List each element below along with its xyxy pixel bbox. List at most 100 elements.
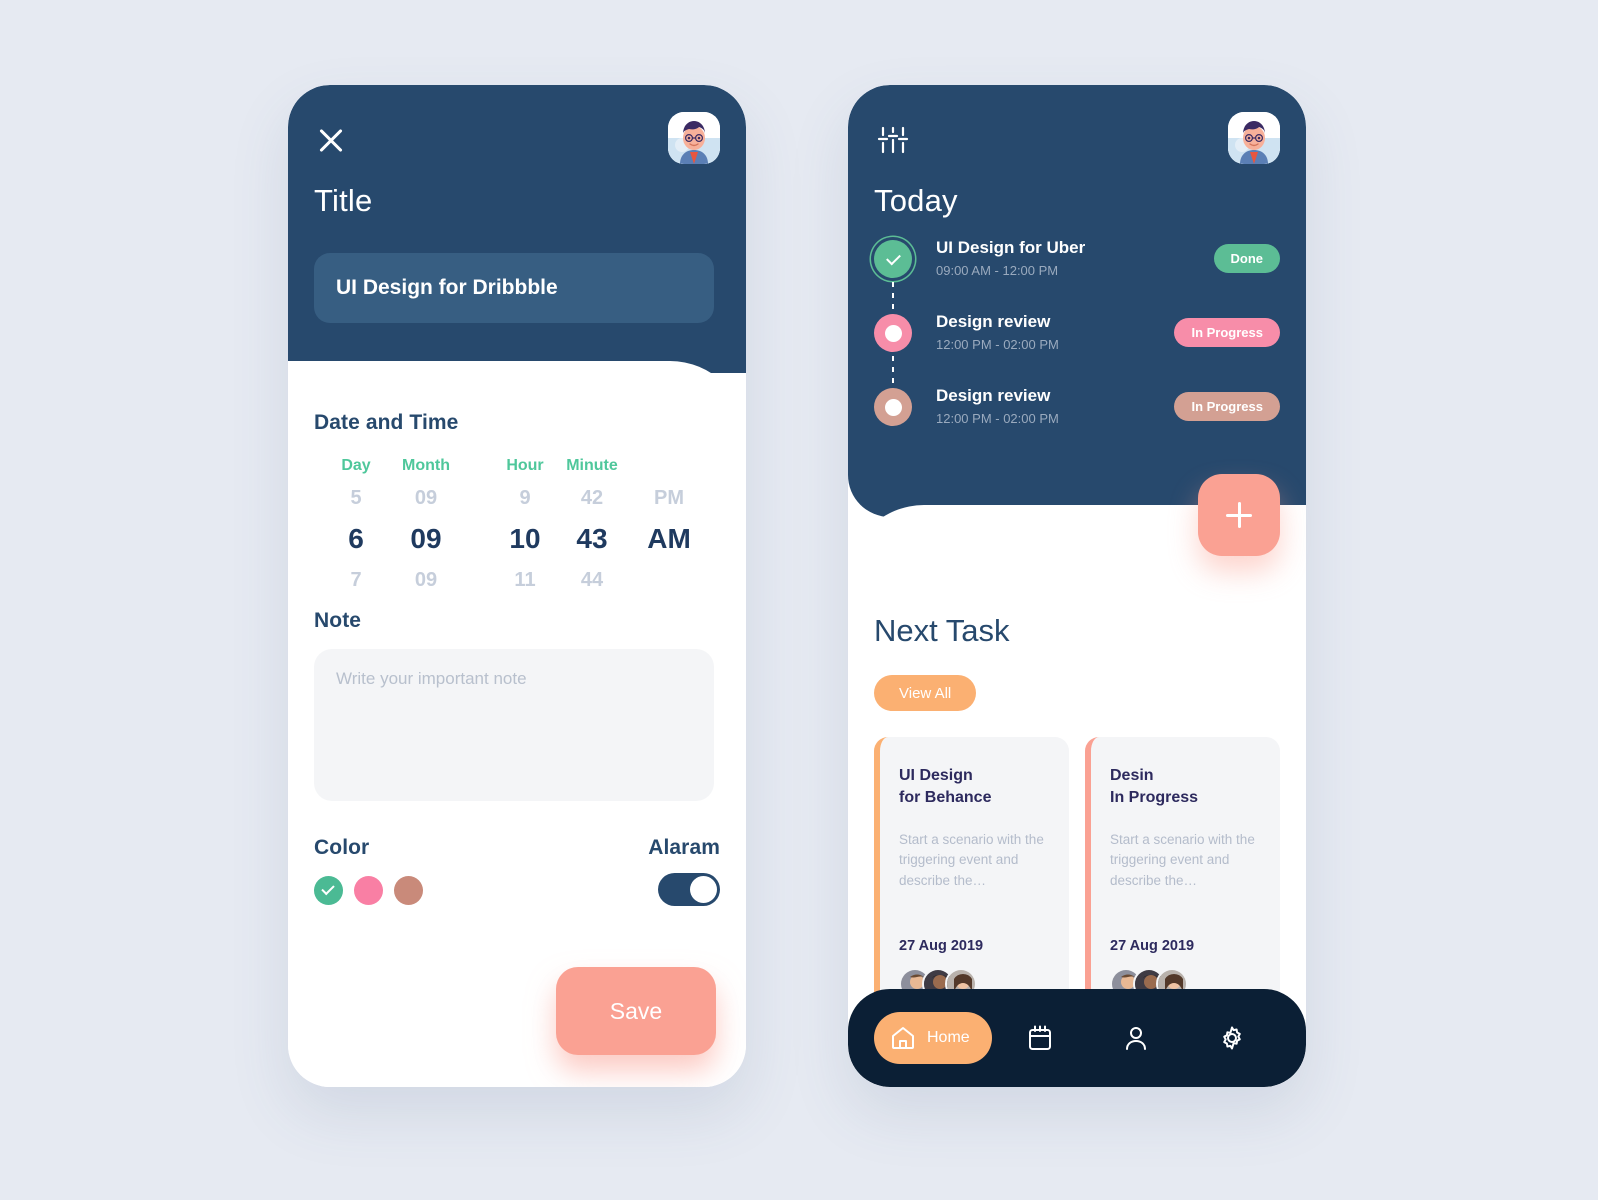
add-task-body: Date and Time Day 5 6 7 Month 09 09 09 H… bbox=[288, 361, 746, 1087]
alarm-section-label: Alaram bbox=[648, 836, 720, 859]
timeline-task-time: 09:00 AM - 12:00 PM bbox=[936, 263, 1059, 278]
today-screen: Today UI Design for Uber 09:00 AM - 12:0… bbox=[848, 85, 1306, 1087]
timeline-marker bbox=[874, 388, 918, 432]
note-section-label: Note bbox=[314, 609, 362, 632]
avatar[interactable] bbox=[1228, 112, 1280, 164]
task-card-description: Start a scenario with the triggering eve… bbox=[1110, 832, 1255, 888]
picker-header-day: Day bbox=[341, 457, 371, 474]
picker-value-day[interactable]: 6 bbox=[328, 517, 384, 561]
timeline-task-name: UI Design for Uber bbox=[936, 238, 1086, 257]
today-timeline: UI Design for Uber 09:00 AM - 12:00 PM D… bbox=[874, 238, 1280, 462]
picker-value-month[interactable]: 09 bbox=[384, 517, 468, 561]
screenshot-stage: Title UI Design for Dribbble Date and Ti… bbox=[0, 0, 1598, 1200]
view-all-button[interactable]: View All bbox=[874, 675, 977, 711]
color-swatch-green[interactable] bbox=[314, 876, 343, 905]
picker-column-hour[interactable]: Hour 9 10 11 bbox=[494, 453, 556, 599]
next-task-body: Next Task View All UI Design for Behance… bbox=[848, 505, 1306, 1087]
task-card[interactable]: UI Design for Behance Start a scenario w… bbox=[874, 737, 1069, 1022]
picker-column-day[interactable]: Day 5 6 7 bbox=[328, 453, 384, 599]
picker-next-meridiem[interactable] bbox=[628, 561, 710, 599]
timeline-task-time: 12:00 PM - 02:00 PM bbox=[936, 411, 1059, 426]
date-time-picker[interactable]: Day 5 6 7 Month 09 09 09 Hour 9 10 11 Mi… bbox=[328, 453, 718, 599]
task-card-date: 27 Aug 2019 bbox=[1110, 938, 1195, 954]
title-input[interactable]: UI Design for Dribbble bbox=[314, 253, 714, 323]
status-badge[interactable]: Done bbox=[1213, 244, 1280, 273]
note-input[interactable]: Write your important note bbox=[314, 649, 714, 801]
nav-item-home[interactable]: Home bbox=[874, 1012, 992, 1064]
alarm-toggle[interactable] bbox=[658, 873, 720, 906]
today-header: Today UI Design for Uber 09:00 AM - 12:0… bbox=[848, 85, 1306, 517]
color-swatch-group[interactable] bbox=[314, 876, 423, 905]
task-card-description: Start a scenario with the triggering eve… bbox=[899, 832, 1044, 888]
timeline-dot-done bbox=[874, 240, 912, 278]
timeline-dot-inprogress bbox=[874, 314, 912, 352]
picker-column-month[interactable]: Month 09 09 09 bbox=[384, 453, 468, 599]
timeline-marker bbox=[874, 314, 918, 408]
nav-item-home-label: Home bbox=[927, 1029, 970, 1046]
sliders-filter-icon[interactable] bbox=[874, 121, 912, 159]
color-swatch-salmon[interactable] bbox=[394, 876, 423, 905]
picker-prev-minute[interactable]: 42 bbox=[556, 479, 628, 517]
calendar-icon bbox=[1028, 1025, 1051, 1050]
picker-column-meridiem[interactable]: PM AM bbox=[628, 453, 710, 599]
picker-column-minute[interactable]: Minute 42 43 44 bbox=[556, 453, 628, 599]
timeline-text: Design review 12:00 PM - 02:00 PM bbox=[936, 386, 1059, 426]
picker-header-hour: Hour bbox=[506, 457, 544, 474]
picker-header-month: Month bbox=[402, 457, 450, 474]
picker-prev-hour[interactable]: 9 bbox=[494, 479, 556, 517]
color-section-label: Color bbox=[314, 836, 370, 859]
timeline-task-time: 12:00 PM - 02:00 PM bbox=[936, 337, 1059, 352]
picker-value-minute[interactable]: 43 bbox=[556, 517, 628, 561]
phone-clip-right: Today UI Design for Uber 09:00 AM - 12:0… bbox=[848, 85, 1306, 1087]
add-task-screen: Title UI Design for Dribbble Date and Ti… bbox=[288, 85, 746, 1087]
timeline-item[interactable]: UI Design for Uber 09:00 AM - 12:00 PM D… bbox=[874, 238, 1280, 334]
picker-prev-meridiem[interactable]: PM bbox=[628, 479, 710, 517]
date-time-section-label: Date and Time bbox=[314, 411, 459, 434]
picker-prev-day[interactable]: 5 bbox=[328, 479, 384, 517]
bottom-navigation: Home bbox=[848, 989, 1306, 1087]
task-card-list: UI Design for Behance Start a scenario w… bbox=[874, 737, 1280, 1022]
timeline-marker bbox=[874, 240, 918, 334]
add-task-fab[interactable] bbox=[1198, 474, 1280, 556]
picker-next-minute[interactable]: 44 bbox=[556, 561, 628, 599]
toggle-knob bbox=[690, 876, 717, 903]
gear-icon bbox=[1223, 1026, 1241, 1050]
status-badge[interactable]: In Progress bbox=[1174, 318, 1280, 347]
status-badge[interactable]: In Progress bbox=[1174, 392, 1280, 421]
timeline-task-name: Design review bbox=[936, 386, 1051, 405]
picker-next-month[interactable]: 09 bbox=[384, 561, 468, 599]
timeline-item[interactable]: Design review 12:00 PM - 02:00 PM In Pro… bbox=[874, 312, 1280, 408]
task-card[interactable]: Desin In Progress Start a scenario with … bbox=[1085, 737, 1280, 1022]
next-task-title: Next Task bbox=[874, 613, 1010, 648]
page-title: Today bbox=[874, 183, 958, 218]
save-button[interactable]: Save bbox=[556, 967, 716, 1055]
picker-prev-month[interactable]: 09 bbox=[384, 479, 468, 517]
person-icon bbox=[1125, 1027, 1146, 1050]
timeline-dot-inner bbox=[884, 324, 902, 342]
timeline-dot-inner bbox=[884, 398, 902, 416]
nav-item-profile[interactable] bbox=[1088, 1024, 1184, 1052]
picker-header-meridiem bbox=[628, 453, 710, 479]
picker-header-minute: Minute bbox=[566, 457, 618, 474]
task-card-title: Desin In Progress bbox=[1110, 767, 1199, 806]
picker-next-hour[interactable]: 11 bbox=[494, 561, 556, 599]
timeline-text: UI Design for Uber 09:00 AM - 12:00 PM bbox=[936, 238, 1085, 278]
color-swatch-pink[interactable] bbox=[354, 876, 383, 905]
task-card-title: UI Design for Behance bbox=[899, 767, 992, 806]
add-task-header: Title UI Design for Dribbble bbox=[288, 85, 746, 373]
nav-item-settings[interactable] bbox=[1184, 1024, 1280, 1052]
close-icon[interactable] bbox=[314, 123, 348, 157]
phone-clip-left: Title UI Design for Dribbble Date and Ti… bbox=[288, 85, 746, 1087]
check-icon bbox=[885, 250, 901, 265]
check-icon bbox=[321, 881, 335, 896]
picker-value-hour[interactable]: 10 bbox=[494, 517, 556, 561]
timeline-item[interactable]: Design review 12:00 PM - 02:00 PM In Pro… bbox=[874, 386, 1280, 462]
home-icon bbox=[892, 1027, 914, 1049]
page-title: Title bbox=[314, 183, 373, 218]
picker-value-meridiem[interactable]: AM bbox=[628, 517, 710, 561]
picker-next-day[interactable]: 7 bbox=[328, 561, 384, 599]
timeline-dot-inprogress bbox=[874, 388, 912, 426]
nav-item-calendar[interactable] bbox=[992, 1024, 1088, 1052]
task-card-date: 27 Aug 2019 bbox=[899, 938, 984, 954]
avatar[interactable] bbox=[668, 112, 720, 164]
